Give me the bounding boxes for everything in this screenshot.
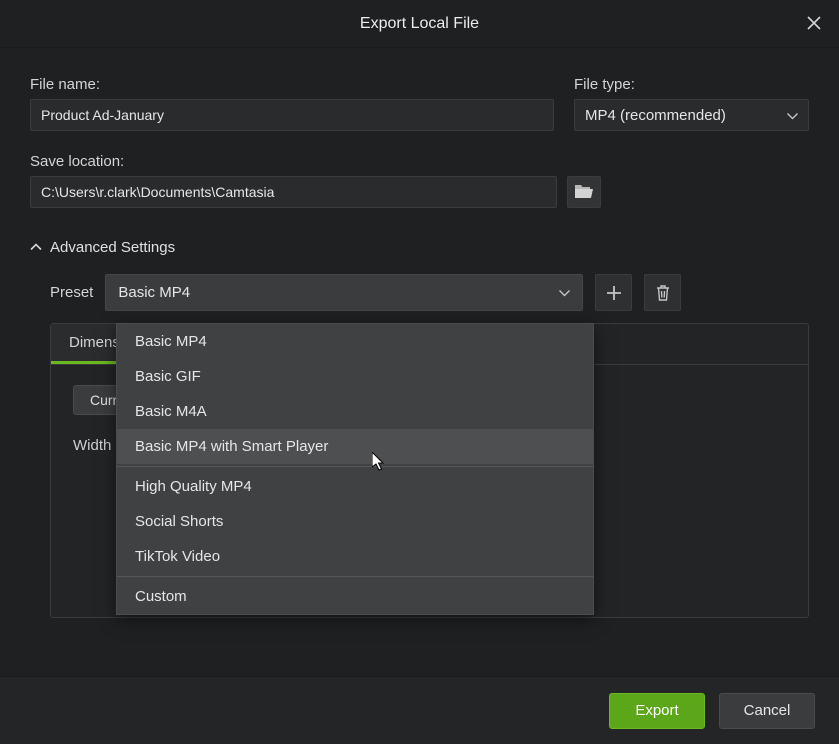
preset-dropdown: Basic MP4Basic GIFBasic M4ABasic MP4 wit…	[116, 323, 594, 615]
chevron-down-icon	[787, 107, 798, 124]
chevron-up-icon	[30, 238, 42, 256]
advanced-settings-toggle[interactable]: Advanced Settings	[30, 238, 809, 256]
filetype-label: File type:	[574, 76, 809, 93]
cancel-button[interactable]: Cancel	[719, 693, 815, 729]
export-button[interactable]: Export	[609, 693, 705, 729]
filename-label: File name:	[30, 76, 554, 93]
dropdown-divider	[117, 576, 593, 577]
save-location-row: Save location:	[30, 153, 809, 208]
preset-option[interactable]: Basic GIF	[117, 359, 593, 394]
dialog-title: Export Local File	[360, 15, 479, 33]
trash-icon	[655, 284, 671, 302]
filetype-select[interactable]: MP4 (recommended)	[574, 99, 809, 131]
preset-label: Preset	[50, 284, 93, 301]
top-row: File name: File type: MP4 (recommended)	[30, 76, 809, 131]
save-location-input[interactable]	[30, 176, 557, 208]
add-preset-button[interactable]	[595, 274, 632, 311]
preset-option[interactable]: Custom	[117, 579, 593, 614]
close-button[interactable]	[803, 12, 825, 34]
browse-folder-button[interactable]	[567, 176, 601, 208]
save-location-field-group: Save location:	[30, 153, 557, 208]
filetype-value: MP4 (recommended)	[585, 107, 726, 124]
preset-option[interactable]: TikTok Video	[117, 539, 593, 574]
delete-preset-button[interactable]	[644, 274, 681, 311]
titlebar: Export Local File	[0, 0, 839, 48]
dropdown-divider	[117, 466, 593, 467]
filename-field-group: File name:	[30, 76, 554, 131]
folder-icon	[574, 184, 594, 200]
save-location-label: Save location:	[30, 153, 557, 170]
preset-select[interactable]: Basic MP4	[105, 274, 583, 311]
plus-icon	[605, 284, 623, 302]
chevron-down-icon	[559, 284, 570, 301]
preset-option[interactable]: High Quality MP4	[117, 469, 593, 504]
dialog-footer: Export Cancel	[0, 676, 839, 744]
advanced-settings-label: Advanced Settings	[50, 239, 175, 256]
close-icon	[806, 15, 822, 31]
preset-option[interactable]: Basic MP4	[117, 324, 593, 359]
filetype-field-group: File type: MP4 (recommended)	[574, 76, 809, 131]
preset-row: Preset Basic MP4	[50, 274, 809, 311]
filename-input[interactable]	[30, 99, 554, 131]
preset-option[interactable]: Social Shorts	[117, 504, 593, 539]
preset-selected-value: Basic MP4	[118, 284, 190, 301]
preset-option[interactable]: Basic M4A	[117, 394, 593, 429]
preset-option[interactable]: Basic MP4 with Smart Player	[117, 429, 593, 464]
